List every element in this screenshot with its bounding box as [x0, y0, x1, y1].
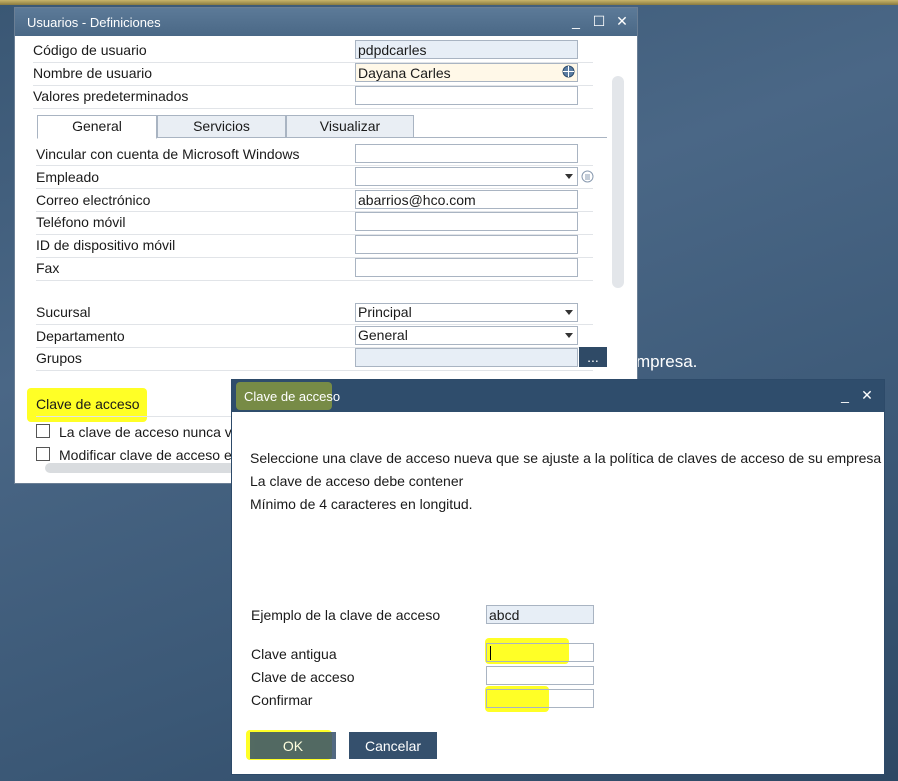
employee-label: Empleado: [36, 169, 100, 185]
tab-servicios[interactable]: Servicios: [157, 115, 286, 138]
old-password-field[interactable]: [486, 643, 594, 662]
minimize-icon[interactable]: _: [836, 386, 854, 404]
change-next-label: Modificar clave de acceso en: [59, 447, 240, 463]
chevron-down-icon: [565, 310, 573, 315]
confirm-label: Confirmar: [251, 692, 313, 708]
password-section-label: Clave de acceso: [36, 396, 140, 412]
dialog-message-requirements: La clave de acceso debe contener: [250, 473, 464, 489]
separator: [36, 324, 593, 325]
fax-label: Fax: [36, 260, 60, 276]
password-label: Clave de acceso: [251, 669, 355, 685]
device-id-label: ID de dispositivo móvil: [36, 237, 176, 253]
minimize-icon[interactable]: _: [567, 12, 585, 30]
dialog-message-policy: Seleccione una clave de acceso nueva que…: [250, 450, 882, 466]
mobile-label: Teléfono móvil: [36, 214, 126, 230]
separator: [36, 165, 593, 166]
language-globe-icon[interactable]: [562, 65, 575, 78]
user-code-field[interactable]: [355, 40, 578, 59]
branch-dropdown[interactable]: Principal: [355, 303, 578, 322]
close-icon[interactable]: ✕: [858, 386, 876, 404]
example-field: [486, 605, 594, 624]
department-label: Departamento: [36, 328, 125, 344]
groups-browse-button[interactable]: ...: [579, 347, 607, 367]
never-expires-label: La clave de acceso nunca ve: [59, 424, 240, 440]
example-label: Ejemplo de la clave de acceso: [251, 607, 441, 623]
employee-dropdown[interactable]: [355, 167, 578, 186]
defaults-field[interactable]: [355, 86, 578, 105]
separator: [36, 280, 593, 281]
dialog-title: Clave de acceso: [244, 389, 341, 404]
groups-field[interactable]: [355, 348, 578, 367]
tab-visualizar[interactable]: Visualizar: [286, 115, 414, 138]
separator: [33, 108, 593, 109]
dialog-titlebar[interactable]: Clave de acceso _ ✕: [232, 380, 884, 412]
ok-button[interactable]: OK: [250, 732, 336, 759]
vertical-scrollbar[interactable]: [612, 76, 624, 288]
defaults-label: Valores predeterminados: [33, 88, 189, 104]
window-titlebar[interactable]: Usuarios - Definiciones _ ☐ ✕: [15, 8, 637, 36]
separator: [36, 188, 593, 189]
chevron-down-icon: [565, 174, 573, 179]
windows-account-field[interactable]: [355, 144, 578, 163]
groups-label: Grupos: [36, 350, 82, 366]
close-icon[interactable]: ✕: [613, 12, 631, 30]
password-dialog: Clave de acceso _ ✕ Seleccione una clave…: [231, 379, 885, 775]
text-cursor: [490, 646, 491, 660]
separator: [36, 370, 593, 371]
top-accent-line: [0, 0, 898, 5]
old-password-label: Clave antigua: [251, 646, 337, 662]
cancel-button[interactable]: Cancelar: [349, 732, 437, 759]
email-field[interactable]: [355, 190, 578, 209]
new-password-field[interactable]: [486, 666, 594, 685]
branch-label: Sucursal: [36, 304, 91, 320]
chevron-down-icon: [565, 333, 573, 338]
change-next-checkbox[interactable]: [36, 447, 50, 461]
maximize-icon[interactable]: ☐: [590, 12, 608, 30]
dialog-message-min-length: Mínimo de 4 caracteres en longitud.: [250, 496, 473, 512]
mobile-field[interactable]: [355, 212, 578, 231]
horizontal-scrollbar[interactable]: [45, 463, 245, 473]
background-window-text: mpresa.: [636, 352, 698, 371]
department-dropdown[interactable]: General: [355, 326, 578, 345]
tab-general[interactable]: General: [37, 115, 157, 139]
user-name-field[interactable]: [355, 63, 578, 82]
branch-value: Principal: [358, 304, 412, 320]
user-name-label: Nombre de usuario: [33, 65, 153, 81]
email-label: Correo electrónico: [36, 192, 151, 208]
confirm-password-field[interactable]: [486, 689, 594, 708]
never-expires-checkbox[interactable]: [36, 424, 50, 438]
window-title: Usuarios - Definiciones: [27, 15, 161, 30]
device-id-field[interactable]: [355, 235, 578, 254]
list-info-icon[interactable]: [581, 170, 594, 183]
department-value: General: [358, 327, 408, 343]
windows-account-label: Vincular con cuenta de Microsoft Windows: [36, 146, 300, 162]
user-code-label: Código de usuario: [33, 42, 147, 58]
fax-field[interactable]: [355, 258, 578, 277]
